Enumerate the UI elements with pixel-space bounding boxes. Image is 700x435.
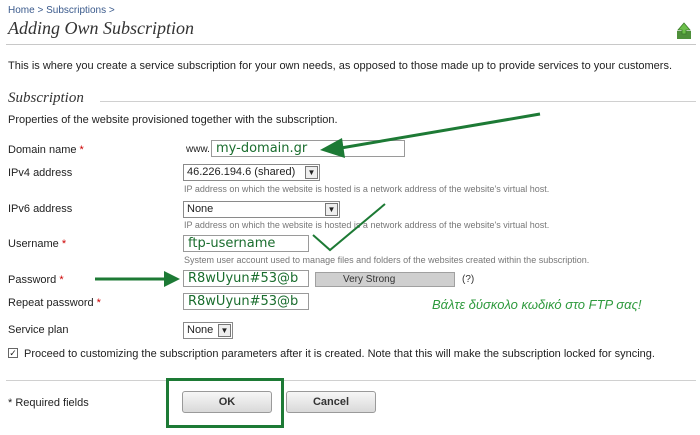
domain-www-prefix: www. bbox=[186, 144, 210, 155]
ipv6-address-hint: IP address on which the website is hoste… bbox=[184, 220, 550, 230]
section-divider bbox=[100, 101, 696, 102]
ipv6-address-select[interactable]: None ▼ bbox=[183, 201, 340, 218]
ipv4-address-hint: IP address on which the website is hoste… bbox=[184, 184, 550, 194]
arrow-password-icon bbox=[95, 271, 180, 287]
section-description: Properties of the website provisioned to… bbox=[8, 114, 338, 126]
service-plan-value: None bbox=[187, 324, 214, 336]
breadcrumb-home-link[interactable]: Home bbox=[8, 5, 35, 16]
service-plan-select[interactable]: None ▼ bbox=[183, 322, 233, 339]
domain-name-input[interactable]: my-domain.gr bbox=[211, 140, 405, 157]
repeat-password-input[interactable]: R8wUyun#53@b bbox=[183, 293, 309, 310]
up-level-icon[interactable] bbox=[676, 22, 692, 40]
chevron-down-icon: ▼ bbox=[305, 166, 318, 179]
ipv4-address-label: IPv4 address bbox=[8, 167, 73, 179]
page-description: This is where you create a service subsc… bbox=[8, 60, 672, 72]
proceed-checkbox[interactable]: ✓ bbox=[8, 348, 18, 358]
breadcrumb: Home > Subscriptions > bbox=[8, 5, 115, 16]
footer-divider bbox=[6, 380, 696, 381]
username-input[interactable]: ftp-username bbox=[183, 235, 309, 252]
section-title: Subscription bbox=[8, 90, 84, 106]
breadcrumb-separator: > bbox=[37, 5, 44, 16]
required-fields-note: * Required fields bbox=[8, 397, 89, 409]
ipv4-address-value: 46.226.194.6 (shared) bbox=[187, 166, 296, 178]
password-strength-meter: Very Strong bbox=[315, 272, 455, 287]
username-label: Username * bbox=[8, 238, 67, 250]
domain-name-label: Domain name * bbox=[8, 144, 84, 156]
breadcrumb-separator: > bbox=[108, 5, 115, 16]
chevron-down-icon: ▼ bbox=[218, 324, 231, 337]
breadcrumb-subscriptions-link[interactable]: Subscriptions bbox=[46, 5, 106, 16]
ipv6-address-value: None bbox=[187, 203, 214, 215]
username-hint: System user account used to manage files… bbox=[184, 255, 590, 265]
title-divider bbox=[6, 44, 696, 45]
password-help-icon[interactable]: (?) bbox=[462, 274, 474, 285]
chevron-down-icon: ▼ bbox=[325, 203, 338, 216]
repeat-password-label: Repeat password * bbox=[8, 297, 101, 309]
ok-button[interactable]: OK bbox=[182, 391, 272, 413]
cancel-button[interactable]: Cancel bbox=[286, 391, 376, 413]
ipv4-address-select[interactable]: 46.226.194.6 (shared) ▼ bbox=[183, 164, 320, 181]
ipv6-address-label: IPv6 address bbox=[8, 203, 73, 215]
proceed-checkbox-label: Proceed to customizing the subscription … bbox=[24, 348, 655, 360]
password-label: Password * bbox=[8, 274, 64, 286]
password-input[interactable]: R8wUyun#53@b bbox=[183, 270, 309, 287]
page-title: Adding Own Subscription bbox=[8, 18, 195, 38]
annotation-note: Βάλτε δύσκολο κωδικό στο FTP σας! bbox=[432, 297, 642, 312]
service-plan-label: Service plan bbox=[8, 324, 69, 336]
